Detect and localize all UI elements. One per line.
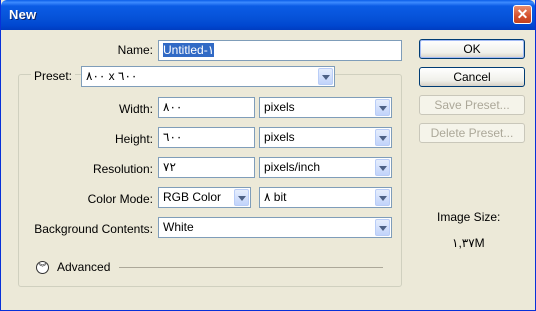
height-input[interactable]: ٦٠٠ [158, 127, 255, 148]
color-mode-select[interactable]: RGB Color [158, 187, 251, 208]
image-size-value: ١,٣٧M [452, 236, 485, 250]
color-mode-label: Color Mode: [87, 192, 153, 206]
preset-label: Preset: [34, 69, 73, 83]
height-value: ٦٠٠ [163, 130, 183, 144]
width-label: Width: [118, 102, 153, 116]
chevron-down-icon[interactable] [318, 68, 333, 85]
ok-button[interactable]: OK [419, 39, 525, 59]
width-unit-value: pixels [264, 100, 295, 114]
image-size-label: Image Size: [437, 210, 501, 224]
preset-label-container: Preset: [31, 67, 76, 83]
name-input[interactable]: Untitled-١ [158, 40, 402, 61]
advanced-label[interactable]: Advanced [57, 260, 110, 274]
double-chevron-down-icon[interactable]: ︾ [36, 261, 49, 274]
resolution-value: ٧٢ [163, 160, 176, 174]
resolution-unit-value: pixels/inch [264, 160, 321, 174]
preset-value: ٨٠٠ x ٦٠٠ [86, 69, 138, 83]
save-preset-button[interactable]: Save Preset... [419, 95, 525, 115]
close-button[interactable]: ✕ [513, 5, 532, 24]
width-value: ٨٠٠ [163, 100, 183, 114]
delete-preset-button[interactable]: Delete Preset... [419, 123, 525, 143]
height-unit-select[interactable]: pixels [259, 127, 392, 148]
chevron-down-icon[interactable] [375, 159, 390, 176]
advanced-divider [119, 267, 383, 268]
name-label: Name: [117, 43, 153, 57]
new-document-dialog: New ✕ Name: Untitled-١ Preset: ٨٠٠ x ٦٠٠… [0, 0, 536, 311]
resolution-label: Resolution: [92, 162, 153, 176]
resolution-input[interactable]: ٧٢ [158, 157, 255, 178]
background-contents-value: White [163, 220, 194, 234]
chevron-down-icon[interactable] [234, 189, 249, 206]
bit-depth-select[interactable]: ٨ bit [259, 187, 392, 208]
name-value: Untitled-١ [163, 43, 215, 57]
preset-select[interactable]: ٨٠٠ x ٦٠٠ [81, 66, 335, 87]
height-unit-value: pixels [264, 130, 295, 144]
cancel-button[interactable]: Cancel [419, 67, 525, 87]
width-input[interactable]: ٨٠٠ [158, 97, 255, 118]
chevron-down-icon[interactable] [375, 219, 390, 236]
background-contents-label: Background Contents: [34, 222, 153, 236]
chevron-down-icon[interactable] [375, 129, 390, 146]
chevron-down-icon[interactable] [375, 99, 390, 116]
height-label: Height: [114, 132, 153, 146]
chevron-down-icon[interactable] [375, 189, 390, 206]
resolution-unit-select[interactable]: pixels/inch [259, 157, 392, 178]
title-bar[interactable]: New ✕ [1, 0, 535, 30]
window-title: New [9, 7, 37, 22]
color-mode-value: RGB Color [163, 190, 222, 204]
close-icon: ✕ [516, 6, 529, 22]
bit-depth-value: ٨ bit [264, 190, 287, 204]
background-contents-select[interactable]: White [158, 217, 392, 238]
width-unit-select[interactable]: pixels [259, 97, 392, 118]
